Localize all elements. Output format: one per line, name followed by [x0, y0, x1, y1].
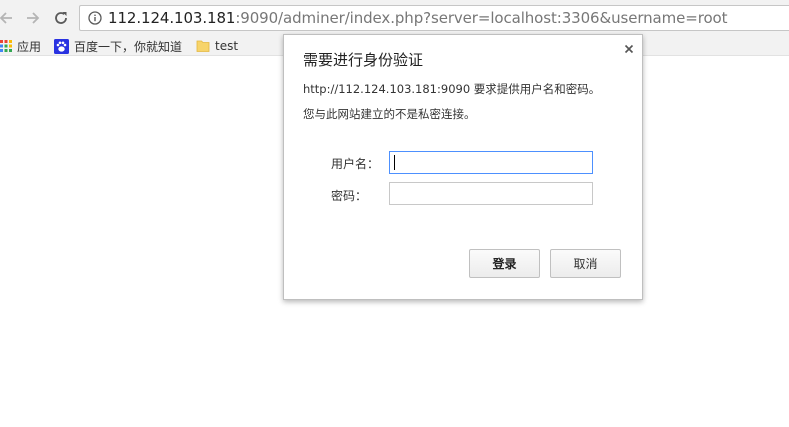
info-icon[interactable]: [88, 11, 102, 25]
apps-grid-icon: [0, 40, 12, 52]
arrow-right-icon: [27, 12, 40, 24]
password-label: 密码：: [330, 189, 367, 203]
arrow-left-icon: [0, 12, 12, 24]
username-label: 用户名：: [330, 157, 379, 171]
bookmark-baidu[interactable]: 百度一下，你就知道: [54, 37, 182, 55]
dialog-message-line1: http://112.124.103.181:9090 要求提供用户名和密码。: [303, 82, 601, 96]
browser-toolbar: 112.124.103.181:9090/adminer/index.php?s…: [0, 0, 789, 36]
url-path: :9090/adminer/index.php?server=localhost…: [235, 9, 728, 27]
bookmark-apps[interactable]: 应用: [0, 37, 41, 55]
back-button[interactable]: [0, 8, 16, 28]
bookmark-folder-test[interactable]: test: [196, 37, 238, 55]
url-host: 112.124.103.181: [108, 9, 236, 27]
baidu-paw-icon: [54, 38, 69, 54]
username-input[interactable]: [389, 151, 593, 174]
close-button[interactable]: [622, 42, 636, 56]
bookmark-label: test: [215, 39, 239, 53]
address-bar[interactable]: 112.124.103.181:9090/adminer/index.php?s…: [79, 5, 789, 31]
password-input[interactable]: [389, 182, 593, 205]
folder-icon: [196, 40, 210, 52]
reload-button[interactable]: [51, 8, 71, 28]
url-text[interactable]: 112.124.103.181:9090/adminer/index.php?s…: [108, 9, 728, 28]
dialog-message-line2: 您与此网站建立的不是私密连接。: [303, 107, 476, 121]
bookmark-label: 百度一下，你就知道: [74, 39, 183, 54]
dialog-title: 需要进行身份验证: [303, 51, 424, 69]
reload-icon: [55, 12, 67, 24]
forward-button[interactable]: [23, 8, 43, 28]
login-button[interactable]: 登录: [469, 249, 540, 278]
auth-dialog: 需要进行身份验证 http://112.124.103.181:9090 要求提…: [283, 34, 643, 300]
cancel-button[interactable]: 取消: [550, 249, 621, 278]
close-icon: [624, 44, 634, 54]
bookmark-label: 应用: [17, 39, 42, 54]
text-caret: [394, 155, 395, 170]
